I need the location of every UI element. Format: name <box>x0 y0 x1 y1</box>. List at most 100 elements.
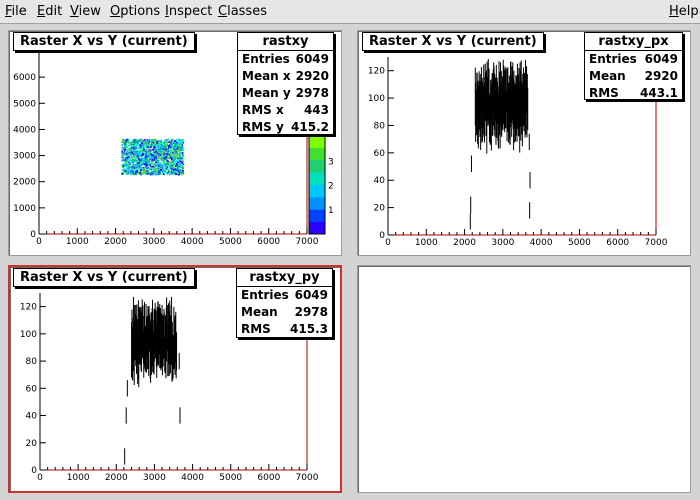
histogram-cell <box>155 151 157 154</box>
menu-options[interactable]: Options <box>110 4 160 19</box>
y-tick-label: 120 <box>20 303 37 313</box>
stats-row: Entries 6049 <box>241 288 328 302</box>
histogram-cell <box>124 148 126 151</box>
histogram-cell <box>172 169 175 171</box>
histogram-cell <box>166 141 169 144</box>
x-tick-label: 6000 <box>606 238 629 248</box>
histogram-cell <box>146 161 149 163</box>
histogram-cell <box>165 146 168 148</box>
histogram-cell <box>175 171 178 173</box>
histogram-cell <box>161 165 164 167</box>
x-tick-label: 0 <box>37 473 43 483</box>
histogram-cell <box>144 163 146 166</box>
x-tick-label: 4000 <box>181 237 204 247</box>
histogram-cell <box>164 168 166 170</box>
x-tick-label: 2000 <box>104 237 127 247</box>
histogram-cell <box>172 161 175 164</box>
histogram-cell <box>132 149 134 152</box>
x-tick-label: 4000 <box>181 473 204 483</box>
histogram-cell <box>121 147 124 150</box>
histogram-cell <box>139 172 141 174</box>
menu-view[interactable]: View <box>70 4 101 19</box>
menu-edit[interactable]: Edit <box>37 4 62 19</box>
stats-box: rastxy_py Entries 6049 Mean 2978 RMS 415.3 <box>236 268 333 338</box>
y-tick-label: 0 <box>31 466 37 476</box>
histogram-cell <box>153 151 156 154</box>
histogram-cell <box>132 163 135 166</box>
menu-help[interactable]: Help <box>669 4 699 19</box>
histogram-cell <box>161 142 163 145</box>
y-tick-label: 100 <box>20 330 37 340</box>
histogram-cell <box>141 157 144 159</box>
pad-rastxy[interactable]: 0 1000 2000 3000 4000 5000 6000 7000 0 1000 2000 30… <box>8 30 342 256</box>
histogram-cell <box>127 163 129 166</box>
histogram-cell <box>166 173 169 175</box>
histogram-cell <box>149 168 151 170</box>
histogram-cell <box>172 145 175 148</box>
x-tick-label: 5000 <box>219 237 242 247</box>
histogram-cell <box>162 154 165 157</box>
histogram-cell <box>127 143 130 145</box>
histogram-cell <box>150 153 152 156</box>
stats-name: rastxy_py <box>237 269 332 287</box>
histogram-cell <box>124 170 127 173</box>
histogram-cell <box>179 140 182 143</box>
histogram-cell <box>154 139 157 142</box>
histogram-cell <box>152 139 155 142</box>
histogram-cell <box>143 148 145 151</box>
histogram-cell <box>128 152 131 155</box>
histogram-cell <box>160 163 163 166</box>
histogram-cell <box>123 153 126 156</box>
y-tick-label: 20 <box>26 439 38 449</box>
histogram-cell <box>129 150 131 153</box>
histogram-cell <box>177 145 180 147</box>
histogram-cell <box>139 152 142 155</box>
menu-bar: File Edit View Options Inspect Classes H… <box>0 0 700 24</box>
x-tick-label: 6000 <box>257 237 280 247</box>
pad-title: Raster X vs Y (current) <box>362 32 544 51</box>
histogram-cell <box>129 155 131 157</box>
histogram-cell <box>140 171 143 173</box>
histogram-cell <box>158 167 160 169</box>
pad-rastxy-px[interactable]: 0 1000 2000 3000 4000 5000 6000 7000 0 20 40 60 80 10… <box>357 30 691 256</box>
histogram-cell <box>142 161 145 164</box>
y-tick-label: 0 <box>379 231 385 241</box>
histogram-cell <box>146 159 149 161</box>
histogram-cell <box>121 172 123 175</box>
menu-file[interactable]: File <box>5 4 27 19</box>
pad-rastxy-py[interactable]: 0 1000 2000 3000 4000 5000 6000 7000 0 20 40 60 80 10… <box>8 265 342 493</box>
x-tick-label: 7000 <box>296 473 319 483</box>
histogram-cell <box>166 139 169 141</box>
pad-empty[interactable] <box>357 265 691 493</box>
menu-inspect[interactable]: Inspect <box>165 4 212 19</box>
histogram-cell <box>177 146 179 149</box>
histogram-cell <box>127 153 129 156</box>
histogram-cell <box>137 148 140 150</box>
histogram-cell <box>121 169 124 171</box>
histogram-cell <box>123 168 125 171</box>
histogram-cell <box>134 146 137 149</box>
histogram-cell <box>130 159 133 162</box>
histogram-cell <box>148 161 150 164</box>
y-tick-label: 4000 <box>13 125 36 135</box>
histogram-cell <box>140 140 142 143</box>
histogram-cell <box>126 173 129 175</box>
histogram-cell <box>128 171 131 173</box>
histogram-cell <box>124 139 127 142</box>
histogram-cell <box>159 173 162 176</box>
stats-box: rastxy Entries 6049 Mean x 2920 Mean y 2978… <box>237 32 334 135</box>
histogram-cell <box>139 155 142 157</box>
histogram-cell <box>133 167 136 169</box>
histogram-cell <box>165 157 168 160</box>
histogram-cell <box>154 172 157 175</box>
y-tick-label: 20 <box>374 204 386 214</box>
histogram-cell <box>173 171 175 173</box>
histogram-cell <box>172 153 175 155</box>
histogram-cell <box>129 143 131 145</box>
y-tick-label: 60 <box>26 384 38 394</box>
menu-classes[interactable]: Classes <box>218 4 267 19</box>
histogram-cell <box>145 157 148 160</box>
histogram-cell <box>144 154 147 157</box>
histogram-cell <box>144 152 146 155</box>
histogram-cell <box>152 152 154 155</box>
